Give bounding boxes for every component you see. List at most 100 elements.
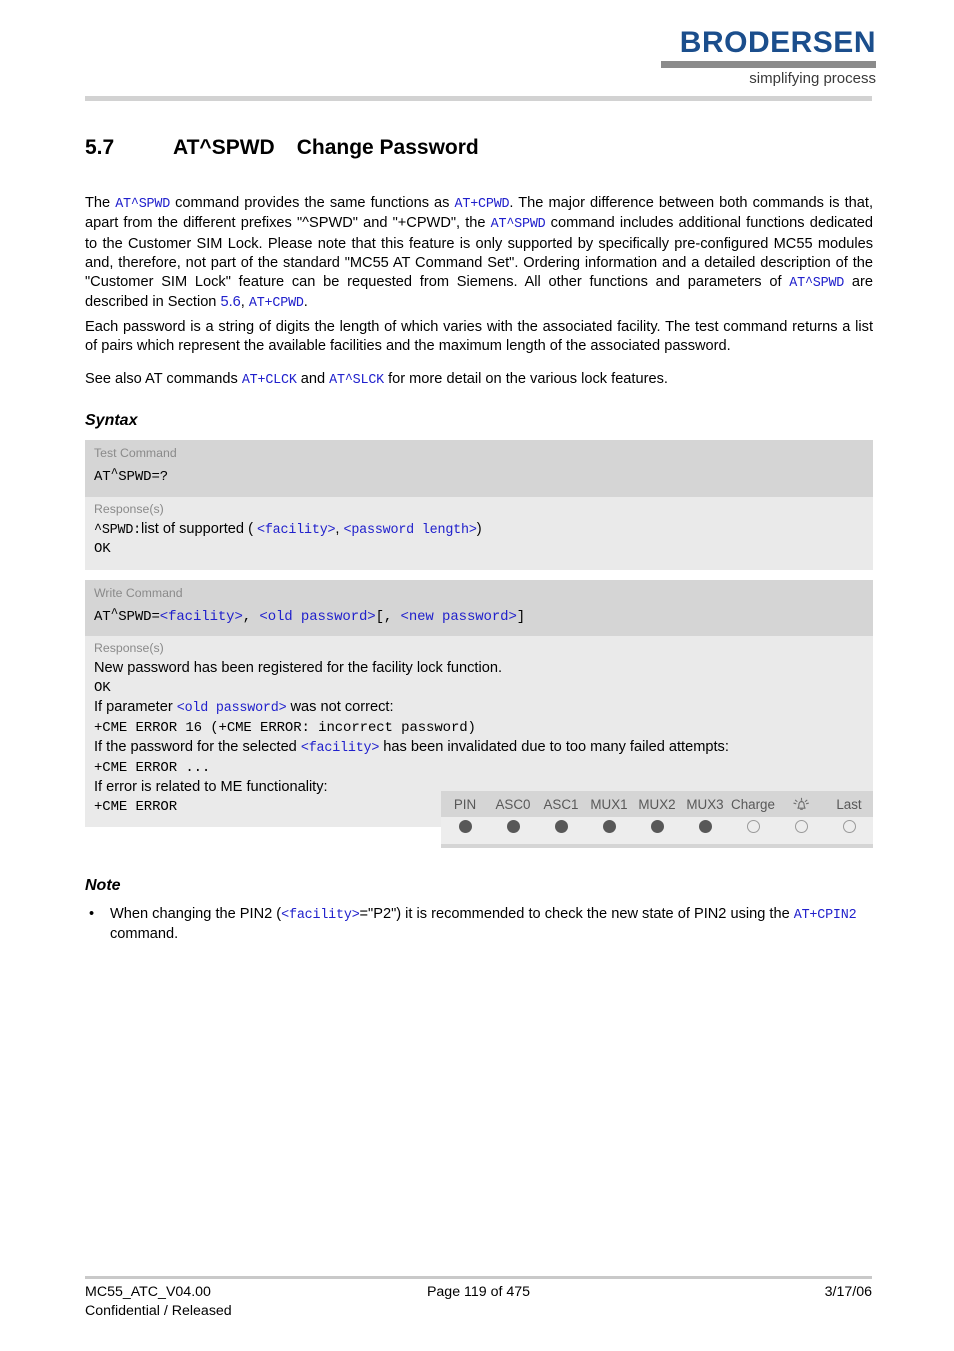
at-command-ref: AT^SPWD <box>490 217 546 233</box>
text-fragment: list of supported ( <box>141 520 258 537</box>
note-heading: Note <box>85 877 121 894</box>
indicator-dot-filled <box>554 820 568 833</box>
text-fragment: , <box>242 608 260 625</box>
at-command-ref: AT^SPWD <box>789 276 845 292</box>
document-classification: Confidential / Released <box>85 1303 232 1319</box>
indicator-dot-filled <box>506 820 520 833</box>
text-fragment: If parameter <box>94 699 177 716</box>
support-header-row: PIN ASC0 ASC1 MUX1 MUX2 MUX3 Charge Last <box>441 795 873 817</box>
text-fragment: [, <box>375 608 401 625</box>
support-state-row <box>441 817 873 844</box>
at-command-ref[interactable]: AT+CPIN2 <box>794 908 857 923</box>
alarm-bell-icon <box>792 797 809 810</box>
logo-tagline: simplifying process <box>749 70 876 87</box>
at-command-ref[interactable]: AT+CLCK <box>242 373 297 388</box>
write-command-header: Write Command AT^SPWD=<facility>, <old p… <box>85 579 873 637</box>
parameter-old-password: <old password> <box>259 608 376 625</box>
logo-wordmark: BRODERSEN <box>679 26 876 59</box>
text-fragment: ) <box>476 520 482 537</box>
support-indicator-cell <box>489 817 537 844</box>
support-indicator-cell <box>681 817 729 844</box>
support-column-header: ASC0 <box>489 795 537 817</box>
text-fragment: . <box>303 294 308 311</box>
write-command-label: Write Command <box>94 585 183 600</box>
at-command-ref: AT^SPWD <box>115 197 171 212</box>
parameter-facility: <facility> <box>281 908 360 923</box>
text-fragment: and <box>296 371 330 387</box>
support-indicator-cell <box>441 817 489 844</box>
text-fragment: was not correct: <box>286 699 394 716</box>
support-indicator-cell <box>777 817 825 844</box>
support-column-header: MUX1 <box>585 795 633 817</box>
text-fragment: for more detail on the various lock feat… <box>384 371 668 387</box>
section-title-text: Change Password <box>296 136 479 159</box>
response-prefix: ^SPWD: <box>94 522 142 538</box>
write-response-line-5: If the password for the selected <facili… <box>94 738 864 759</box>
indicator-dot-filled <box>458 820 472 833</box>
indicator-dot-filled <box>650 820 664 833</box>
header-rule <box>85 96 872 101</box>
page-header: BRODERSEN simplifying process <box>0 0 954 101</box>
test-command-block: Test Command AT^SPWD=? Response(s) ^SPWD… <box>85 440 873 570</box>
write-response-line-6: +CME ERROR ... <box>94 759 211 776</box>
test-command-label: Test Command <box>94 446 177 460</box>
footer-row-bottom: Confidential / Released <box>85 1302 872 1321</box>
text-fragment: , <box>240 294 249 311</box>
note-list: • When changing the PIN2 (<facility>="P2"… <box>85 905 873 945</box>
write-response-line-1: New password has been registered for the… <box>94 660 503 677</box>
test-command-header: Test Command AT^SPWD=? <box>85 440 873 497</box>
text-fragment: command. <box>110 926 179 943</box>
text-fragment: When changing the PIN2 ( <box>110 906 282 922</box>
indicator-dot-empty <box>794 820 808 833</box>
indicator-dot-empty <box>842 820 856 833</box>
section-number: 5.7 <box>85 136 115 159</box>
parameter-facility: <facility> <box>159 608 243 625</box>
page-footer: Page 119 of 475 MC55_ATC_V04.00 3/17/06 … <box>85 1283 872 1321</box>
indicator-dot-filled <box>602 820 616 833</box>
support-column-header: Charge <box>729 795 777 817</box>
text-fragment: The <box>85 195 116 211</box>
test-response-line-1: ^SPWD:list of supported ( <facility>, <p… <box>94 520 864 541</box>
text-fragment: ] <box>516 608 526 625</box>
syntax-section: Test Command AT^SPWD=? Response(s) ^SPWD… <box>85 440 873 837</box>
section-cross-reference-link[interactable]: 5.6 <box>220 294 240 310</box>
parameter-facility: <facility> <box>257 522 336 538</box>
text-fragment: command provides the same functions as <box>170 195 455 211</box>
support-indicator-grid: PIN ASC0 ASC1 MUX1 MUX2 MUX3 Charge Last <box>441 795 873 844</box>
alarm-bell-icon <box>777 795 825 817</box>
support-indicator-cell <box>633 817 681 844</box>
test-response-label: Response(s) <box>94 501 164 516</box>
footer-row-top: Page 119 of 475 MC55_ATC_V04.00 3/17/06 <box>85 1283 872 1302</box>
document-id: MC55_ATC_V04.00 <box>85 1284 211 1300</box>
page-title: 5.7 AT^SPWD Change Password <box>85 136 875 160</box>
at-command-ref[interactable]: AT^SLCK <box>329 373 384 388</box>
support-column-header: MUX3 <box>681 795 729 817</box>
support-column-header: MUX2 <box>633 795 681 817</box>
write-response-line-2: OK <box>94 679 111 696</box>
test-command-syntax: AT^SPWD=? <box>94 466 169 486</box>
support-column-header: ASC1 <box>537 795 585 817</box>
feature-support-table: PIN ASC0 ASC1 MUX1 MUX2 MUX3 Charge Last <box>441 791 873 848</box>
text-fragment: See also AT commands <box>85 371 242 387</box>
support-column-header: PIN <box>441 795 489 817</box>
support-indicator-cell <box>585 817 633 844</box>
support-indicator-cell <box>537 817 585 844</box>
indicator-dot-filled <box>698 820 712 833</box>
indicator-dot-empty <box>746 820 760 833</box>
logo-divider-bar <box>661 61 876 68</box>
see-also-paragraph: See also AT commands AT+CLCK and AT^SLCK… <box>85 370 873 390</box>
parameter-old-password: <old password> <box>176 701 287 717</box>
support-column-header: Last <box>825 795 873 817</box>
test-response-line-2: OK <box>94 541 111 558</box>
list-item: • When changing the PIN2 (<facility>="P2"… <box>85 905 873 945</box>
at-command-ref[interactable]: AT+CPWD <box>249 296 304 311</box>
write-response-line-4: +CME ERROR 16 (+CME ERROR: incorrect pas… <box>94 719 476 736</box>
text-fragment: If the password for the selected <box>94 739 301 756</box>
parameter-facility: <facility> <box>300 741 380 757</box>
footer-rule <box>85 1276 872 1279</box>
brodersen-logo: BRODERSEN simplifying process <box>661 28 876 88</box>
at-command-ref: AT+CPWD <box>454 197 510 212</box>
text-fragment: ="P2") it is recommended to check the ne… <box>359 906 794 922</box>
bullet-glyph: • <box>89 906 95 922</box>
document-page: BRODERSEN simplifying process 5.7 AT^SPWD… <box>0 0 954 1351</box>
